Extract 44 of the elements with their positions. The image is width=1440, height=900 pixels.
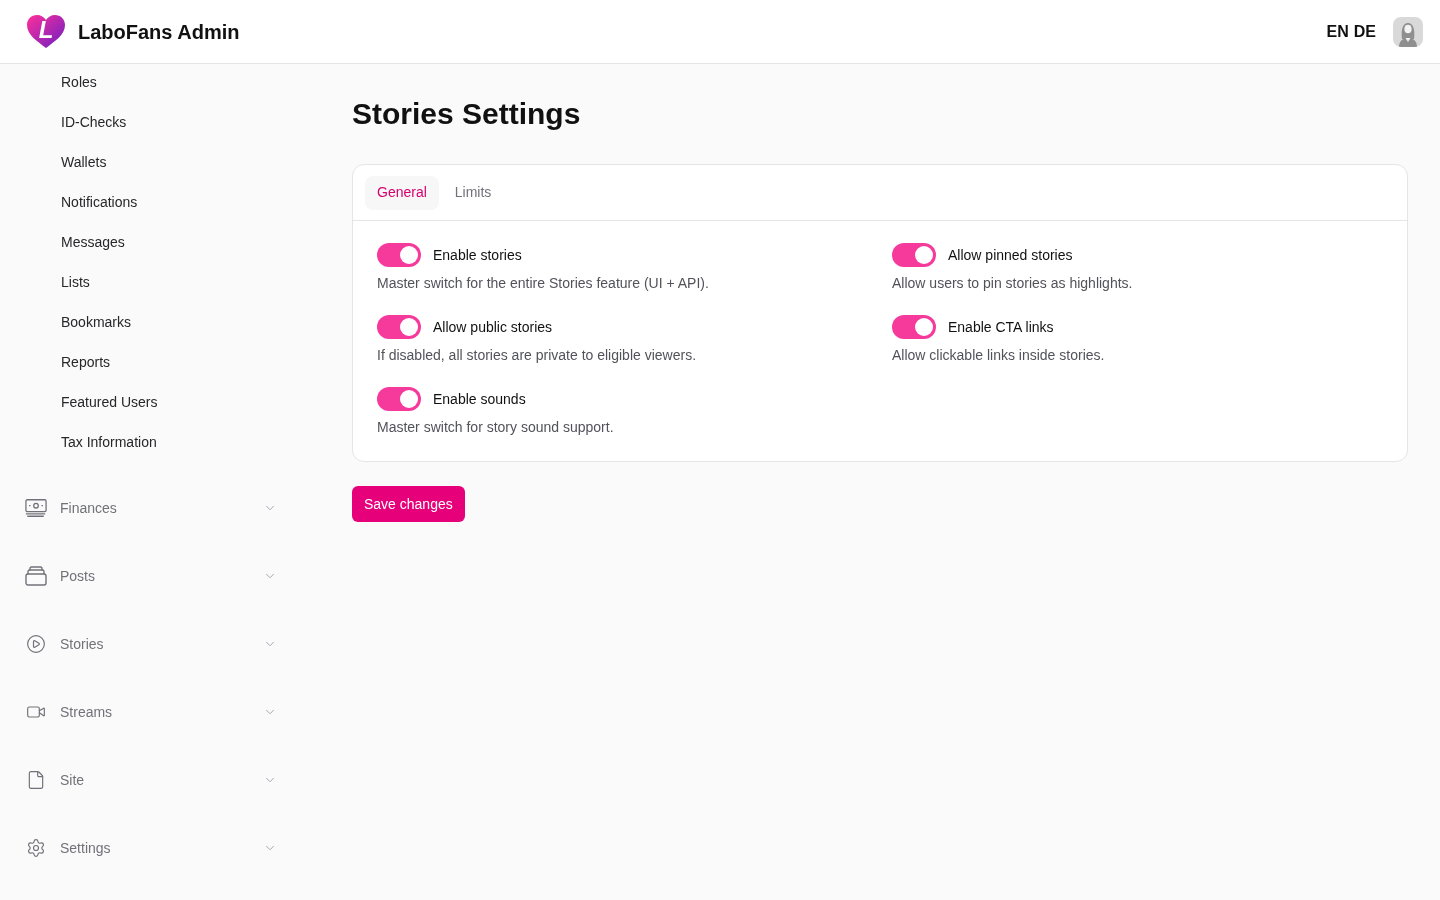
sidebar-item[interactable]: Messages <box>61 231 125 253</box>
sidebar-item[interactable]: Roles <box>61 71 97 93</box>
tab[interactable]: General <box>365 175 439 210</box>
setting-label: Allow public stories <box>433 317 553 337</box>
sidebar-item[interactable]: Reports <box>61 351 111 373</box>
toggle-switch[interactable] <box>377 387 421 411</box>
page-title: Stories Settings <box>352 96 582 132</box>
setting-description: Master switch for story sound support. <box>377 418 615 437</box>
avatar-icon[interactable] <box>1393 16 1423 47</box>
sidebar-item[interactable]: Tax Information <box>61 431 157 453</box>
setting-description: Allow clickable links inside stories. <box>892 346 1106 365</box>
settings-icon <box>25 838 47 858</box>
sidebar-group[interactable]: Finances <box>0 474 320 542</box>
sidebar-group[interactable]: Posts <box>0 542 320 610</box>
toggle-switch[interactable] <box>377 315 421 339</box>
brand-name: LaboFans Admin <box>78 19 240 45</box>
setting-label: Enable sounds <box>433 389 526 409</box>
sidebar-item[interactable]: Lists <box>61 271 90 293</box>
card-stack-icon <box>25 566 47 586</box>
heart-logo: L <box>27 14 65 49</box>
save-button[interactable]: Save changes <box>352 486 465 522</box>
sidebar-group[interactable]: Stories <box>0 610 320 678</box>
sidebar-group[interactable]: Site <box>0 746 320 814</box>
setting-description: Master switch for the entire Stories feature (UI + API). <box>377 274 710 293</box>
setting-label: Enable CTA links <box>948 317 1054 337</box>
sidebar-item[interactable]: Notifications <box>61 191 138 213</box>
sidebar-group[interactable]: Streams <box>0 678 320 746</box>
sidebar-item[interactable]: ID-Checks <box>61 111 127 133</box>
toggle-switch[interactable] <box>892 315 936 339</box>
toggle-switch[interactable] <box>377 243 421 267</box>
sidebar-group[interactable]: Settings <box>0 814 320 882</box>
language-link[interactable]: EN <box>1326 19 1349 44</box>
sidebar-item[interactable]: Wallets <box>61 151 107 173</box>
banknote-icon <box>25 498 47 518</box>
sidebar-item[interactable]: Featured Users <box>61 391 158 413</box>
setting-label: Allow pinned stories <box>948 245 1073 265</box>
language-link[interactable]: DE <box>1353 19 1376 44</box>
setting-label: Enable stories <box>433 245 522 265</box>
toggle-switch[interactable] <box>892 243 936 267</box>
setting-description: Allow users to pin stories as highlights. <box>892 274 1134 293</box>
sidebar-item[interactable]: Bookmarks <box>61 311 132 333</box>
setting-description: If disabled, all stories are private to eligible viewers. <box>377 346 698 365</box>
play-circle-icon <box>25 634 47 654</box>
tab[interactable]: Limits <box>442 175 504 210</box>
